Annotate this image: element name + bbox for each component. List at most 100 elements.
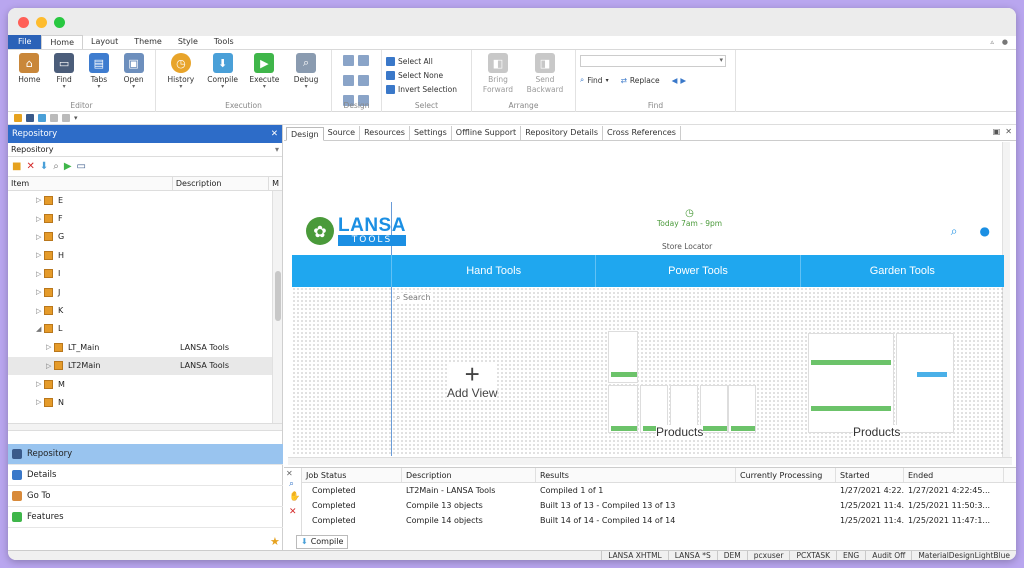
replace-button[interactable]: ⇄ Replace xyxy=(621,74,660,86)
tab-theme[interactable]: Theme xyxy=(126,35,170,49)
chevron-right-icon[interactable]: ▷ xyxy=(46,362,54,370)
nav-hand-tools[interactable]: Hand Tools xyxy=(391,255,595,287)
chevron-down-icon[interactable]: ◢ xyxy=(36,325,44,333)
tab-repository-details[interactable]: Repository Details xyxy=(521,126,604,140)
tab-tools[interactable]: Tools xyxy=(206,35,242,49)
find-text-button[interactable]: ⌕ Find ▾ xyxy=(580,74,609,86)
nav-features[interactable]: Features xyxy=(8,507,283,528)
chevron-right-icon[interactable]: ▷ xyxy=(36,270,44,278)
tab-file[interactable]: File xyxy=(8,35,42,49)
tree-item[interactable]: ▷ LT2Main LANSA Tools xyxy=(8,356,282,375)
tab-style[interactable]: Style xyxy=(170,35,206,49)
tree-item[interactable]: ▷ LT_Main LANSA Tools xyxy=(8,338,282,356)
save-icon[interactable] xyxy=(26,114,34,122)
compile-icon[interactable]: ⬇ xyxy=(40,161,48,172)
chevron-right-icon[interactable]: ▷ xyxy=(36,196,44,204)
collapse-ribbon-icon[interactable]: ▵ xyxy=(990,35,994,49)
add-view-button[interactable]: + Add View xyxy=(447,361,498,400)
tree-item[interactable]: ▷ I xyxy=(8,265,282,283)
column-started[interactable]: Started xyxy=(836,468,904,482)
search-icon[interactable]: ⌕ xyxy=(951,224,958,239)
column-results[interactable]: Results xyxy=(536,468,736,482)
job-row[interactable]: Completed Compile 13 objects Built 13 of 1… xyxy=(302,498,1016,513)
account-icon[interactable]: ● xyxy=(980,224,990,239)
select-none-button[interactable]: Select None xyxy=(386,69,457,81)
tab-source[interactable]: Source xyxy=(324,126,361,140)
column-item[interactable]: Item xyxy=(8,177,173,190)
find-prev-next[interactable]: ◀ ▶ xyxy=(672,74,687,86)
redo-icon[interactable] xyxy=(62,114,70,122)
play-icon[interactable]: ▶ xyxy=(64,161,72,172)
job-row[interactable]: Completed Compile 14 objects Built 14 of 1… xyxy=(302,513,1016,528)
chevron-right-icon[interactable]: ▷ xyxy=(46,343,54,351)
close-window-button[interactable] xyxy=(18,16,29,28)
delete-icon[interactable]: ✕ xyxy=(26,161,34,172)
folder-icon[interactable]: ■ xyxy=(12,161,21,172)
scrollbar-thumb[interactable] xyxy=(275,271,281,321)
tab-settings[interactable]: Settings xyxy=(410,126,452,140)
search-icon[interactable]: ⌕ xyxy=(284,479,301,489)
maximize-window-button[interactable] xyxy=(54,16,65,28)
select-all-button[interactable]: Select All xyxy=(386,55,457,67)
design-tool-icon[interactable] xyxy=(343,55,354,66)
star-icon[interactable]: ★ xyxy=(270,535,280,548)
close-icon[interactable]: ✕ xyxy=(1005,127,1012,136)
column-description[interactable]: Description xyxy=(402,468,536,482)
help-icon[interactable]: ● xyxy=(1002,35,1008,49)
tree-item[interactable]: ▷ K xyxy=(8,301,282,319)
nav-goto[interactable]: Go To xyxy=(8,486,283,507)
compile-small-icon[interactable] xyxy=(38,114,46,122)
tree-item[interactable]: ▷ J xyxy=(8,283,282,301)
tree-scrollbar[interactable] xyxy=(272,191,282,423)
job-row[interactable]: Completed LT2Main - LANSA Tools Compiled 1… xyxy=(302,483,1016,498)
arrow-left-icon[interactable]: ◀ xyxy=(672,76,678,85)
maximize-icon[interactable]: ▣ xyxy=(993,127,1001,136)
customize-toolbar-icon[interactable]: ▾ xyxy=(74,114,78,122)
find-combo[interactable]: ▾ xyxy=(580,55,726,67)
hand-icon[interactable]: ✋ xyxy=(284,489,301,505)
nav-power-tools[interactable]: Power Tools xyxy=(595,255,799,287)
tab-offline-support[interactable]: Offline Support xyxy=(452,126,522,140)
column-description[interactable]: Description xyxy=(173,177,270,190)
close-icon[interactable]: ✕ xyxy=(271,129,278,139)
tree-item[interactable]: ▷ M xyxy=(8,375,282,393)
store-locator-link[interactable]: Store Locator xyxy=(662,242,712,251)
tree-item[interactable]: ▷ N xyxy=(8,393,282,411)
search-box[interactable]: ⌕ Search xyxy=(396,293,431,303)
tree-item[interactable]: ◢ L xyxy=(8,320,282,338)
compile-tab[interactable]: ⬇ Compile xyxy=(296,535,349,549)
tab-design[interactable]: Design xyxy=(286,127,324,141)
tree-item[interactable]: ▷ F xyxy=(8,209,282,227)
chevron-right-icon[interactable]: ▷ xyxy=(36,380,44,388)
chevron-right-icon[interactable]: ▷ xyxy=(36,398,44,406)
tab-home[interactable]: Home xyxy=(41,35,84,49)
design-tool-icon[interactable] xyxy=(358,55,369,66)
repository-selector[interactable]: Repository ▾ xyxy=(8,143,282,157)
delete-icon[interactable]: ✕ xyxy=(284,505,301,519)
folder-icon[interactable] xyxy=(14,114,22,122)
column-ended[interactable]: Ended xyxy=(904,468,1004,482)
design-tool-icon[interactable] xyxy=(343,75,354,86)
chevron-right-icon[interactable]: ▷ xyxy=(36,215,44,223)
invert-selection-button[interactable]: Invert Selection xyxy=(386,83,457,95)
search-icon[interactable]: ⌕ xyxy=(53,161,59,172)
tab-resources[interactable]: Resources xyxy=(360,126,410,140)
tab-layout[interactable]: Layout xyxy=(83,35,126,49)
nav-garden-tools[interactable]: Garden Tools xyxy=(799,255,1004,287)
chevron-right-icon[interactable]: ▷ xyxy=(36,288,44,296)
chevron-right-icon[interactable]: ▷ xyxy=(36,233,44,241)
nav-details[interactable]: Details xyxy=(8,465,283,486)
column-m[interactable]: M xyxy=(269,177,282,190)
chevron-right-icon[interactable]: ▷ xyxy=(36,251,44,259)
minimize-window-button[interactable] xyxy=(36,16,47,28)
close-icon[interactable]: ✕ xyxy=(284,468,301,479)
design-tool-icon[interactable] xyxy=(358,75,369,86)
tree-item[interactable]: ▷ E xyxy=(8,191,282,209)
nav-repository[interactable]: Repository xyxy=(8,444,283,465)
chevron-right-icon[interactable]: ▷ xyxy=(36,307,44,315)
column-job-status[interactable]: Job Status xyxy=(302,468,402,482)
tree-item[interactable]: ▷ H xyxy=(8,246,282,264)
undo-icon[interactable] xyxy=(50,114,58,122)
tree-item[interactable]: ▷ G xyxy=(8,228,282,246)
canvas-horizontal-scrollbar[interactable] xyxy=(288,457,1012,465)
